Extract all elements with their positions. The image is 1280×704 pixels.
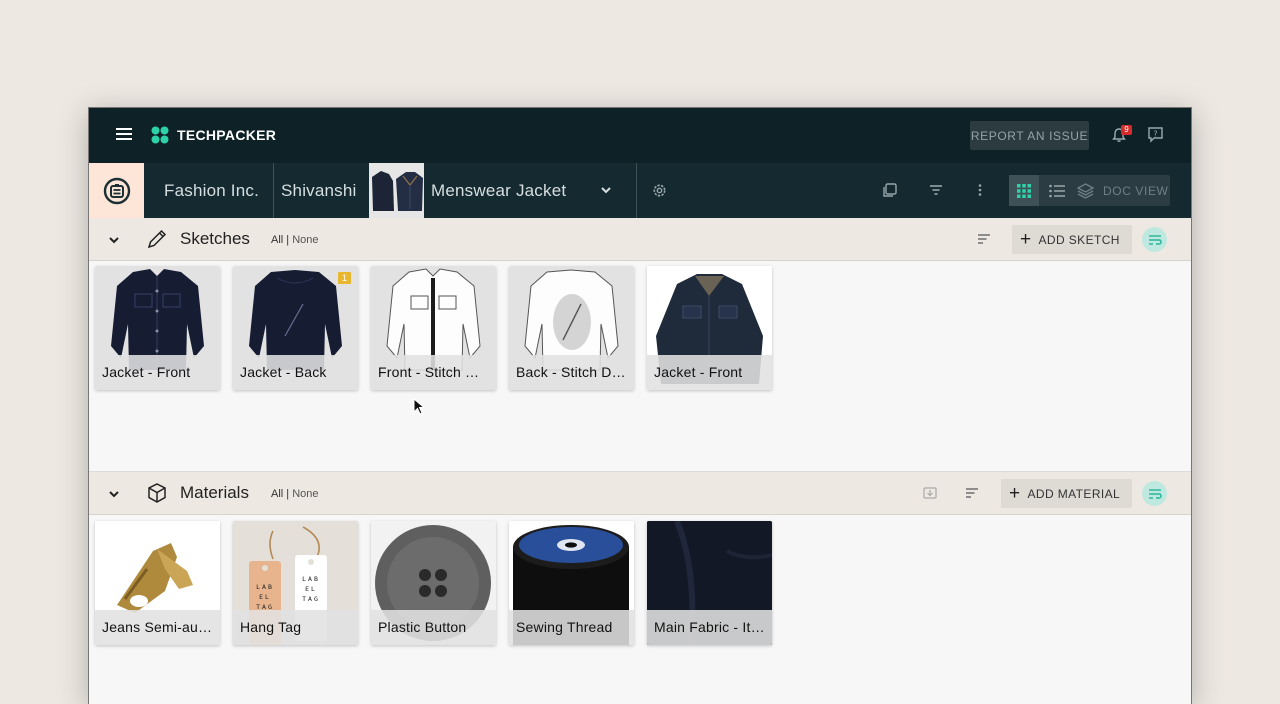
import-icon[interactable] [923,486,937,500]
wrap-lines-icon [1148,488,1162,499]
style-thumbnail [369,163,424,218]
breadcrumb-style[interactable]: Menswear Jacket [431,163,566,218]
project-icon-button[interactable] [89,163,144,218]
more-options-icon[interactable] [971,181,989,199]
materials-section-header: Materials All | None + ADD MATERIAL [89,472,1191,515]
sketches-section-header: Sketches All | None + ADD SKETCH [89,218,1191,261]
sketch-card[interactable]: Jacket - Front [647,266,772,390]
report-issue-button[interactable]: REPORT AN ISSUE [970,121,1089,150]
sketch-card[interactable]: Back - Stitch Details [509,266,634,390]
material-label: Main Fabric - Italian Wool [647,610,772,645]
sketch-card[interactable]: 1 Jacket - Back [233,266,358,390]
material-label: Jeans Semi-auto Zipper Slider [95,610,220,645]
hamburger-menu-icon[interactable] [116,128,132,142]
sketch-card[interactable]: Jacket - Front [95,266,220,390]
breadcrumb-user[interactable]: Shivanshi [281,163,357,218]
app-name: TECHPACKER [177,127,277,143]
material-card[interactable]: Main Fabric - Italian Wool [647,521,772,645]
add-sketch-label: ADD SKETCH [1038,232,1120,247]
settings-gear-icon[interactable] [651,182,668,199]
material-card[interactable]: Plastic Button [371,521,496,645]
add-sketch-button[interactable]: + ADD SKETCH [1012,225,1132,254]
hang-tag-text-line: LAB [302,575,320,583]
collapse-chevron-icon[interactable] [107,233,121,247]
sketch-label: Jacket - Back [233,355,358,390]
grid-view-button[interactable] [1009,175,1039,206]
hang-tag-text-line: EL [305,585,317,593]
techpacker-logo-icon [151,126,169,144]
sketches-grid: Jacket - Front 1 Jacket - Back Front - S… [89,261,1191,471]
doc-view-button[interactable]: DOC VIEW [1077,175,1168,206]
help-chat-icon[interactable]: ? [1147,126,1164,143]
notification-count-badge: 9 [1121,125,1132,135]
materials-grid: Jeans Semi-auto Zipper Slider LAB EL TAG… [89,516,1191,704]
breadcrumb-divider [636,163,637,218]
app-window: TECHPACKER REPORT AN ISSUE 9 ? Fashion I… [88,107,1192,704]
materials-title: Materials [180,483,249,502]
sketch-label: Back - Stitch Details [509,355,634,390]
grid-view-icon [1017,183,1031,198]
hang-tag-text-line: TAG [302,595,320,603]
collapse-chevron-icon[interactable] [107,487,121,501]
select-all-link[interactable]: All | [271,488,289,500]
top-bar: TECHPACKER REPORT AN ISSUE 9 ? [89,108,1191,163]
sort-icon[interactable] [977,232,991,246]
sketch-label: Jacket - Front [647,355,772,390]
material-label: Sewing Thread [509,610,634,645]
list-view-icon [1049,184,1065,197]
sort-icon[interactable] [965,486,979,500]
list-view-button[interactable] [1042,175,1072,206]
mouse-cursor-icon [413,398,425,415]
add-material-label: ADD MATERIAL [1027,486,1121,501]
techpack-icon [103,177,130,204]
pencil-icon [147,229,167,249]
add-material-button[interactable]: + ADD MATERIAL [1001,479,1133,508]
breadcrumb: Fashion Inc. Shivanshi Menswear Jacket D… [89,163,1191,218]
duplicate-icon[interactable] [881,181,899,199]
style-dropdown-chevron-icon[interactable] [599,183,613,197]
sketches-filter: All | None [271,234,319,246]
filter-icon[interactable] [927,181,945,199]
sketches-title: Sketches [180,229,250,248]
svg-text:?: ? [1153,130,1157,139]
breadcrumb-divider [273,163,274,218]
material-label: Hang Tag [233,610,358,645]
material-card[interactable]: Jeans Semi-auto Zipper Slider [95,521,220,645]
breadcrumb-company[interactable]: Fashion Inc. [164,163,259,218]
materials-filter: All | None [271,488,319,500]
view-mode-toggle: DOC VIEW [1009,175,1170,206]
sketches-layout-button[interactable] [1142,227,1167,252]
doc-view-label: DOC VIEW [1103,183,1169,198]
select-none-link[interactable]: None [292,234,318,246]
sketch-card[interactable]: Front - Stitch Details [371,266,496,390]
wrap-lines-icon [1148,234,1162,245]
material-card[interactable]: LAB EL TAG LAB EL TAG Hang Tag [233,521,358,645]
material-label: Plastic Button [371,610,496,645]
plus-icon: + [1020,229,1032,250]
sketch-label: Jacket - Front [95,355,220,390]
material-card[interactable]: Sewing Thread [509,521,634,645]
plus-icon: + [1009,483,1021,504]
sketch-label: Front - Stitch Details [371,355,496,390]
box-icon [148,483,166,503]
layers-icon [1077,182,1094,199]
select-all-link[interactable]: All | [271,234,289,246]
select-none-link[interactable]: None [292,488,318,500]
comment-count-badge: 1 [338,272,351,284]
hang-tag-text-line: EL [259,593,271,601]
hang-tag-text-line: LAB [256,583,274,591]
materials-layout-button[interactable] [1142,481,1167,506]
